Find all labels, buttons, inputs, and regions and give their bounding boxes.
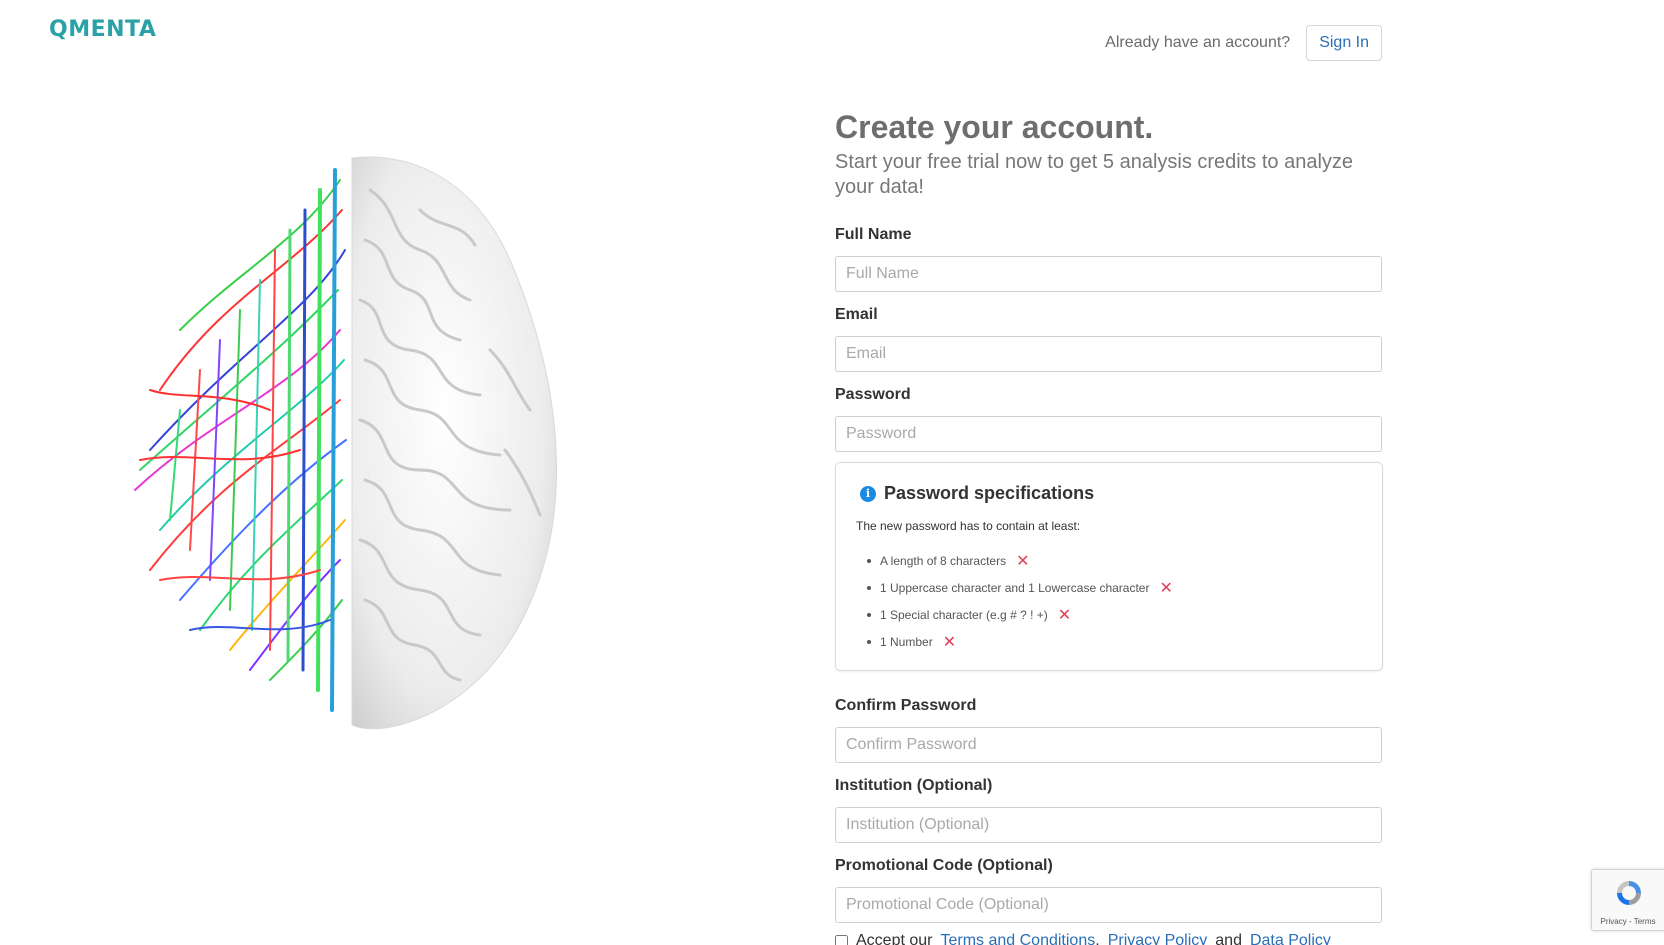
close-icon: ✕ — [942, 631, 957, 651]
recaptcha-badge[interactable]: Privacy - Terms — [1591, 869, 1664, 931]
requirement-text: 1 Special character (e.g # ? ! +) — [880, 607, 1048, 622]
privacy-policy-link[interactable]: Privacy Policy — [1108, 932, 1208, 945]
password-input[interactable] — [835, 416, 1382, 452]
info-icon: i — [860, 485, 876, 502]
comma-text: , — [1095, 932, 1100, 945]
close-icon: ✕ — [1016, 550, 1030, 570]
accept-text: Accept our — [856, 932, 933, 945]
password-requirements-list: A length of 8 characters ✕ 1 Uppercase ch… — [856, 547, 1362, 655]
list-item: 1 Uppercase character and 1 Lowercase ch… — [856, 574, 1362, 601]
recaptcha-footer[interactable]: Privacy - Terms — [1592, 917, 1664, 926]
email-input[interactable] — [835, 336, 1382, 372]
qmenta-logo[interactable]: QMENTA — [49, 17, 156, 42]
requirement-text: 1 Number — [880, 634, 933, 649]
list-item: 1 Number ✕ — [856, 628, 1362, 655]
requirement-text: A length of 8 characters — [880, 553, 1007, 568]
terms-link[interactable]: Terms and Conditions — [940, 932, 1095, 945]
password-specifications-panel: i Password specifications The new passwo… — [835, 462, 1383, 671]
signup-form: Create your account. Start your free tri… — [835, 108, 1382, 200]
password-specifications-header: i Password specifications — [860, 483, 1362, 504]
and-text: and — [1215, 932, 1242, 945]
header-account: Already have an account? Sign In — [1100, 25, 1382, 61]
promo-code-input[interactable] — [835, 887, 1382, 923]
sign-in-button[interactable]: Sign In — [1306, 25, 1382, 61]
data-policy-link[interactable]: Data Policy — [1250, 932, 1331, 945]
password-label: Password — [835, 386, 911, 403]
password-specifications-title: Password specifications — [884, 483, 1095, 503]
list-item: A length of 8 characters ✕ — [856, 547, 1362, 574]
list-item: 1 Special character (e.g # ? ! +) ✕ — [856, 601, 1362, 628]
page-title: Create your account. — [835, 109, 1154, 145]
confirm-password-input[interactable] — [835, 727, 1382, 763]
institution-input[interactable] — [835, 807, 1382, 843]
close-icon: ✕ — [1057, 604, 1072, 624]
full-name-input[interactable] — [835, 256, 1382, 292]
recaptcha-icon — [1617, 881, 1641, 905]
accept-terms-checkbox[interactable] — [835, 934, 848, 945]
terms-consent: Accept our Terms and Conditions, Privacy… — [835, 932, 1331, 945]
requirement-text: 1 Uppercase character and 1 Lowercase ch… — [880, 580, 1150, 595]
page-subtitle: Start your free trial now to get 5 analy… — [835, 151, 1354, 198]
password-specifications-description: The new password has to contain at least… — [856, 519, 1081, 533]
email-label: Email — [835, 306, 878, 323]
confirm-password-label: Confirm Password — [835, 697, 977, 714]
brain-tractography-image — [134, 156, 557, 730]
already-have-account-text: Already have an account? — [1105, 34, 1291, 51]
full-name-label: Full Name — [835, 226, 912, 243]
close-icon: ✕ — [1159, 577, 1173, 597]
institution-label: Institution (Optional) — [835, 777, 993, 794]
promo-code-label: Promotional Code (Optional) — [835, 857, 1053, 874]
